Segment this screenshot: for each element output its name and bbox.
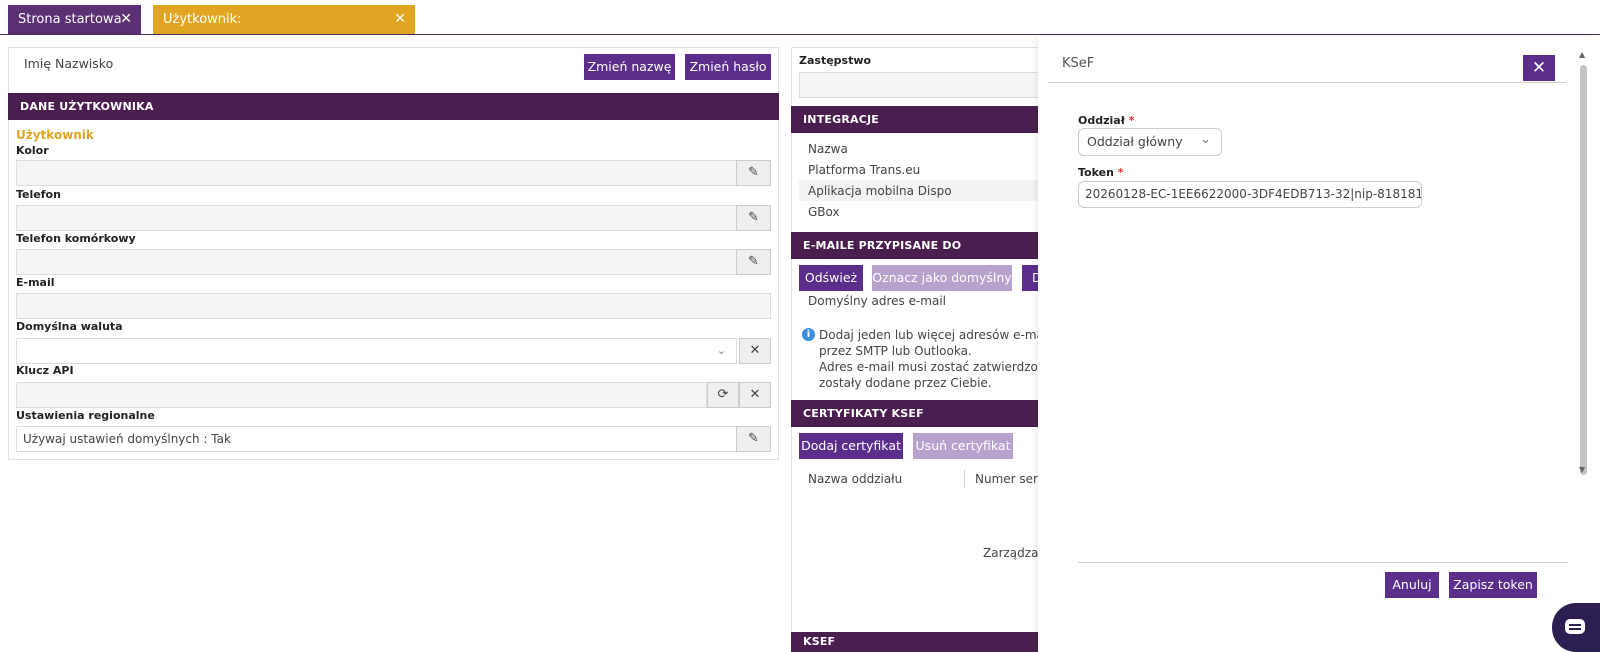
email-label: E-mail [16,276,55,289]
list-item[interactable]: Platforma Trans.eu [808,163,920,177]
edit-icon[interactable]: ✎ [736,426,771,452]
default-currency-label: Domyślna waluta [16,320,123,333]
column-divider [964,470,965,488]
tab-home[interactable]: Strona startowa ✕ [8,5,141,34]
user-subsection-title: Użytkownik [16,128,94,142]
token-label-text: Token [1078,166,1114,179]
save-token-button[interactable]: Zapisz token [1449,572,1537,598]
api-key-field[interactable] [16,382,707,408]
edit-icon[interactable]: ✎ [736,249,771,275]
color-field[interactable] [16,160,737,186]
branch-select[interactable]: Oddział główny ⌄ [1078,128,1222,156]
list-item[interactable]: GBox [808,205,840,219]
cert-column-serial: Numer sery [975,472,1046,486]
manage-text: Zarządzaj [983,546,1042,560]
regional-settings-field[interactable]: Używaj ustawień domyślnych : Tak [16,426,737,452]
list-item[interactable]: Aplikacja mobilna Dispo [808,184,952,198]
close-icon[interactable]: ✕ [1523,55,1555,81]
mark-default-button[interactable]: Oznacz jako domyślny [872,265,1012,291]
default-currency-select[interactable]: ⌄ [16,338,737,364]
info-text-line: przez SMTP lub Outlooka. [819,344,972,358]
modal-footer-divider [1078,562,1568,563]
modal-title-divider [1048,82,1566,83]
mobile-phone-field[interactable] [16,249,737,275]
branch-label: Oddział * [1078,114,1134,127]
substitute-label: Zastępstwo [799,54,872,67]
tab-home-label: Strona startowa [18,12,122,27]
info-icon: i [802,328,815,341]
clear-icon[interactable]: ✕ [739,382,771,408]
required-marker: * [1117,166,1124,179]
integrations-section-header: INTEGRACJE [791,106,1041,133]
mobile-phone-label: Telefon komórkowy [16,232,136,245]
integrations-column-header: Nazwa [808,142,848,156]
user-name-text: Imię Nazwisko [24,56,114,71]
info-text-line: Dodaj jeden lub więcej adresów e-mail, a [819,328,1066,342]
info-text-line: Adres e-mail musi zostać zatwierdzony p [819,360,1065,374]
clear-icon[interactable]: ✕ [739,338,771,364]
substitute-field[interactable] [799,72,1049,98]
email-field[interactable] [16,293,771,319]
phone-field[interactable] [16,205,737,231]
color-label: Kolor [16,144,49,157]
refresh-icon[interactable]: ⟳ [707,382,739,408]
ksef-certificates-section-header: CERTYFIKATY KSEF [791,400,1041,427]
refresh-button[interactable]: Odśwież [799,265,863,291]
modal-title: KSeF [1062,56,1095,71]
tab-user-close-icon[interactable]: ✕ [394,5,406,34]
required-marker: * [1128,114,1135,127]
info-text-line: zostały dodane przez Ciebie. [819,376,992,390]
tab-bar: Strona startowa ✕ Użytkownik: ✕ [0,0,1600,35]
scrollbar-thumb[interactable] [1580,65,1587,475]
tab-user[interactable]: Użytkownik: ✕ [153,5,415,34]
branch-label-text: Oddział [1078,114,1125,127]
edit-icon[interactable]: ✎ [736,205,771,231]
token-input[interactable]: 20260128-EC-1EE6622000-3DF4EDB713-32|nip… [1078,181,1422,208]
rename-button[interactable]: Zmień nazwę [584,54,675,80]
branch-select-value: Oddział główny [1087,134,1183,149]
token-label: Token * [1078,166,1124,179]
user-data-section-header: DANE UŻYTKOWNIKA [8,93,779,120]
chat-widget-button[interactable] [1552,603,1600,652]
emails-section-header: E-MAILE PRZYPISANE DO UŻYTKOWNIKA [791,232,1041,279]
api-key-label: Klucz API [16,364,74,377]
tab-user-label: Użytkownik: [163,12,242,27]
ksef-section-header: KSEF [791,632,1041,652]
phone-label: Telefon [16,188,61,201]
ksef-modal: KSeF ✕ Oddział * Oddział główny ⌄ Token … [1038,36,1600,652]
edit-icon[interactable]: ✎ [736,160,771,186]
scroll-down-icon[interactable]: ▼ [1579,465,1585,474]
chat-bubble-icon [1565,619,1585,634]
add-certificate-button[interactable]: Dodaj certyfikat [799,433,903,459]
cancel-button[interactable]: Anuluj [1385,572,1439,598]
default-email-label: Domyślny adres e-mail [808,294,946,308]
scroll-up-icon[interactable]: ▲ [1579,50,1585,59]
cert-column-branch: Nazwa oddziału [808,472,903,486]
remove-certificate-button[interactable]: Usuń certyfikat [913,433,1013,459]
chevron-down-icon: ⌄ [1200,132,1211,147]
regional-settings-label: Ustawienia regionalne [16,409,155,422]
tab-home-close-icon[interactable]: ✕ [120,5,132,34]
change-password-button[interactable]: Zmień hasło [685,54,771,80]
chevron-down-icon: ⌄ [716,344,726,357]
